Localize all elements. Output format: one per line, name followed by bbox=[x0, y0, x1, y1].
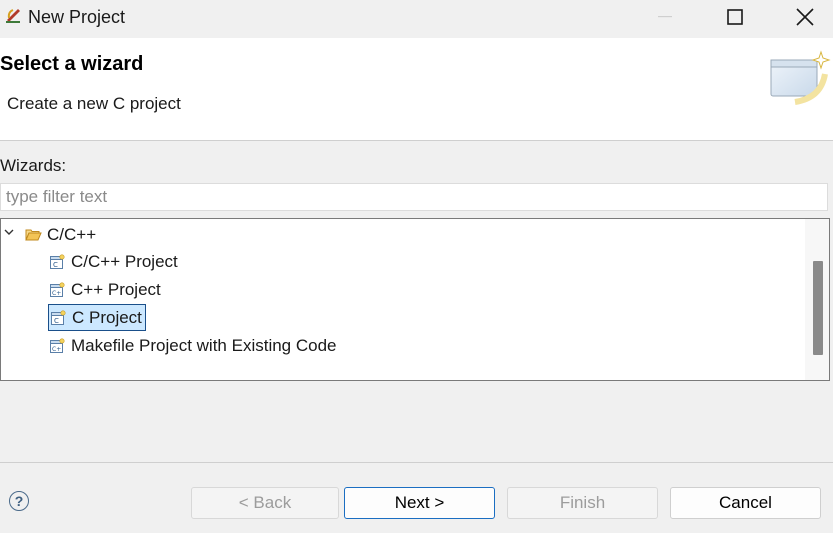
window-title: New Project bbox=[28, 7, 126, 27]
tree-category-cc[interactable]: C/C++ bbox=[1, 220, 301, 246]
new-wizard-banner-icon bbox=[770, 50, 831, 105]
maximize-icon bbox=[727, 9, 743, 25]
svg-text:C+: C+ bbox=[52, 290, 61, 297]
tree-scrollbar[interactable] bbox=[805, 219, 829, 380]
svg-text:C+: C+ bbox=[52, 346, 61, 353]
filter-input[interactable] bbox=[1, 184, 827, 210]
finish-button[interactable]: Finish bbox=[507, 487, 658, 519]
cancel-button[interactable]: Cancel bbox=[670, 487, 821, 519]
minimize-button[interactable] bbox=[642, 0, 688, 34]
next-button[interactable]: Next > bbox=[344, 487, 495, 519]
tree-item-cc-project[interactable]: C C/C++ Project bbox=[49, 249, 178, 275]
wizard-tree[interactable]: C/C++ C C/C++ Project C+ C++ Project C C… bbox=[0, 218, 830, 381]
tree-item-label: C/C++ Project bbox=[71, 252, 178, 271]
wizard-header: Select a wizard Create a new C project bbox=[0, 38, 833, 141]
maximize-button[interactable] bbox=[712, 0, 758, 34]
header-title: Select a wizard bbox=[0, 53, 144, 75]
filter-box bbox=[0, 183, 828, 211]
tree-item-label: C Project bbox=[72, 307, 142, 327]
tree-item-label: Makefile Project with Existing Code bbox=[71, 336, 337, 355]
header-description: Create a new C project bbox=[7, 94, 181, 113]
wizards-label: Wizards: bbox=[0, 156, 67, 175]
close-button[interactable] bbox=[782, 0, 828, 34]
tree-item-c-project[interactable]: C C Project bbox=[48, 304, 146, 331]
svg-text:C: C bbox=[54, 317, 59, 325]
cpp-project-icon: C+ bbox=[50, 338, 65, 353]
minimize-icon bbox=[658, 16, 672, 18]
back-button[interactable]: < Back bbox=[191, 487, 339, 519]
title-bar: New Project bbox=[0, 0, 833, 38]
category-label: C/C++ bbox=[47, 225, 97, 244]
eclipse-app-icon bbox=[6, 9, 20, 23]
tree-item-label: C++ Project bbox=[71, 280, 161, 299]
folder-open-icon bbox=[25, 229, 42, 241]
chevron-down-icon[interactable] bbox=[3, 229, 15, 237]
footer-separator bbox=[0, 462, 833, 463]
c-project-icon: C bbox=[51, 309, 66, 325]
c-project-icon: C bbox=[50, 254, 65, 269]
close-icon bbox=[796, 8, 814, 26]
tree-item-makefile-project[interactable]: C+ Makefile Project with Existing Code bbox=[49, 333, 337, 359]
cpp-project-icon: C+ bbox=[50, 282, 65, 297]
tree-item-cpp-project[interactable]: C+ C++ Project bbox=[49, 277, 161, 303]
help-icon[interactable]: ? bbox=[9, 491, 29, 511]
scrollbar-thumb[interactable] bbox=[813, 261, 823, 355]
svg-text:C: C bbox=[53, 261, 58, 269]
